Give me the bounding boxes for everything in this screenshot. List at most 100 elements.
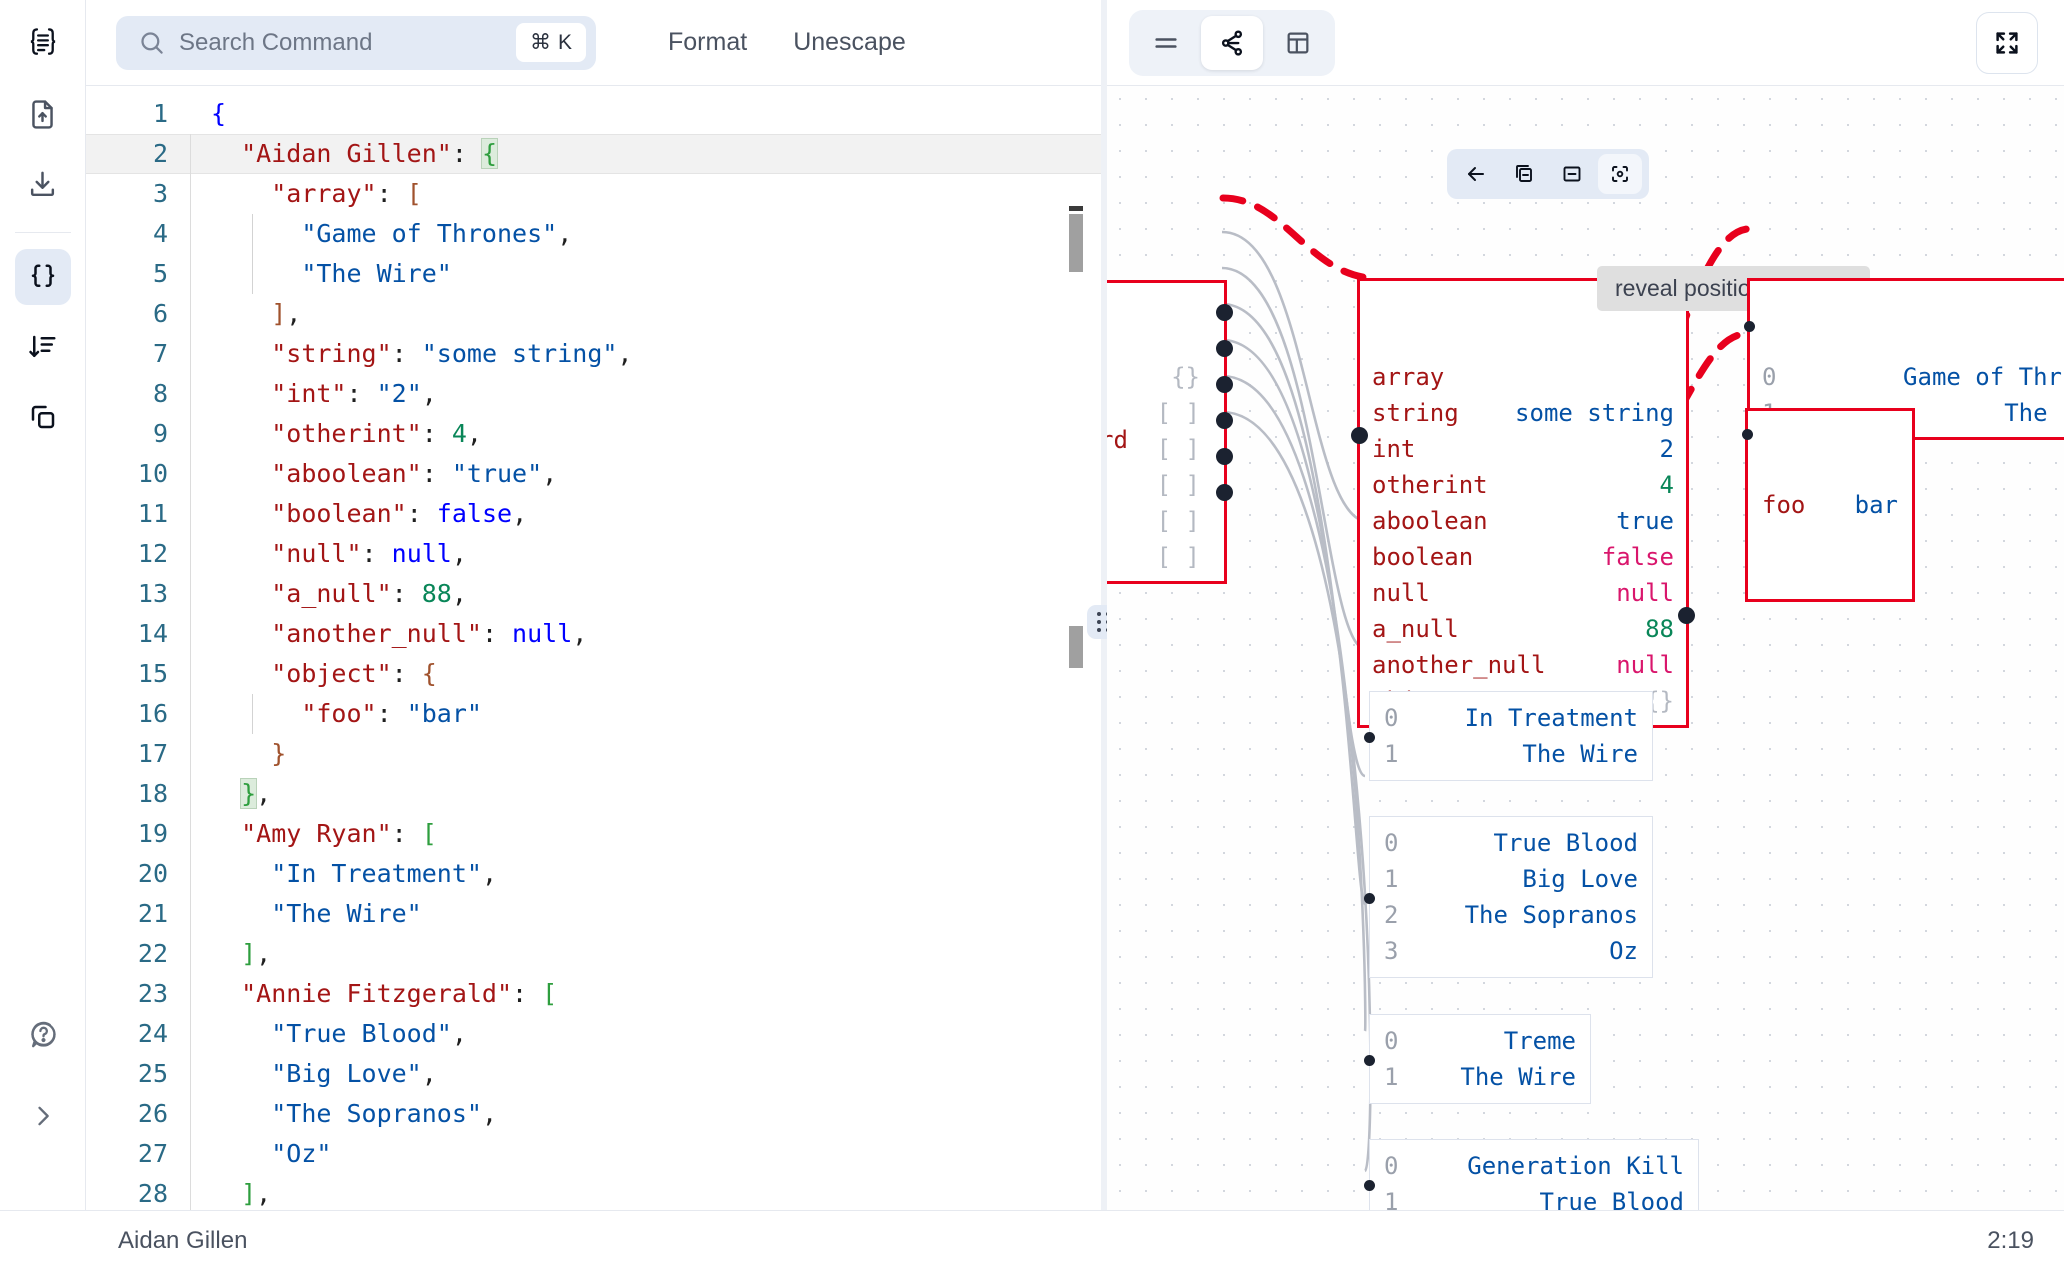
node-target-handle[interactable] bbox=[1364, 893, 1375, 904]
node-source-handle[interactable] bbox=[1216, 448, 1233, 465]
copy-nodes-icon[interactable] bbox=[15, 389, 71, 445]
chevron-right-icon[interactable] bbox=[15, 1088, 71, 1144]
code-line[interactable]: 14 "another_null": null, bbox=[86, 614, 1101, 654]
code-token: "Oz" bbox=[271, 1139, 332, 1168]
code-lines[interactable]: 1{2 "Aidan Gillen": {3 "array": [4 "Game… bbox=[86, 86, 1101, 1210]
code-token: , bbox=[256, 1179, 272, 1208]
collapse-node-icon[interactable] bbox=[1550, 154, 1594, 194]
code-line[interactable]: 6 ], bbox=[86, 294, 1101, 334]
node-target-handle[interactable] bbox=[1351, 427, 1368, 444]
array-node-annie-fitzgerald[interactable]: 0 True Blood 1 Big Love 2 The Sopranos 3 Oz bbox=[1364, 816, 1653, 978]
code-editor[interactable]: 1{2 "Aidan Gillen": {3 "array": [4 "Game… bbox=[86, 86, 1101, 1210]
graph-view-icon[interactable] bbox=[1201, 15, 1263, 70]
object-node-foo-bar[interactable]: foo bar bbox=[1742, 408, 1915, 602]
line-number: 6 bbox=[152, 299, 168, 328]
node-index: 0 bbox=[1384, 1027, 1399, 1055]
code-token: "In Treatment" bbox=[271, 859, 482, 888]
code-token: "null" bbox=[271, 539, 362, 568]
code-token: "Aidan Gillen" bbox=[241, 139, 452, 168]
node-source-handle[interactable] bbox=[1216, 412, 1233, 429]
help-circle-icon[interactable] bbox=[15, 1006, 71, 1062]
code-line[interactable]: 21 "The Wire" bbox=[86, 894, 1101, 934]
node-source-handle[interactable] bbox=[1216, 304, 1233, 321]
code-text: "aboolean": "true", bbox=[191, 454, 557, 494]
node-source-handle[interactable] bbox=[1216, 484, 1233, 501]
graph-canvas[interactable]: {} [ ] [ ] [ ] [ ] [ ] rd array string some str… bbox=[1107, 86, 2064, 1210]
code-line[interactable]: 23 "Annie Fitzgerald": [ bbox=[86, 974, 1101, 1014]
code-line[interactable]: 19 "Amy Ryan": [ bbox=[86, 814, 1101, 854]
node-row: 0 True Blood bbox=[1384, 825, 1638, 861]
download-icon[interactable] bbox=[15, 156, 71, 212]
code-line[interactable]: 3 "array": [ bbox=[86, 174, 1101, 214]
node-target-handle[interactable] bbox=[1742, 429, 1753, 440]
reveal-position-icon[interactable] bbox=[1598, 154, 1642, 194]
node-target-handle[interactable] bbox=[1364, 1180, 1375, 1191]
code-line[interactable]: 17 } bbox=[86, 734, 1101, 774]
array-node-treme[interactable]: 0 Treme 1 The Wire bbox=[1364, 1014, 1591, 1104]
code-token: "boolean" bbox=[271, 499, 407, 528]
scrollbar-thumb[interactable] bbox=[1069, 214, 1083, 272]
code-line[interactable]: 13 "a_null": 88, bbox=[86, 574, 1101, 614]
code-token: , bbox=[286, 299, 302, 328]
braces-icon[interactable] bbox=[14, 249, 71, 305]
node-target-handle[interactable] bbox=[1364, 732, 1375, 743]
file-upload-icon[interactable] bbox=[15, 86, 71, 142]
code-text: "The Sopranos", bbox=[191, 1094, 497, 1134]
code-line[interactable]: 5 "The Wire" bbox=[86, 254, 1101, 294]
list-view-icon[interactable] bbox=[1135, 16, 1197, 70]
code-line[interactable]: 2 "Aidan Gillen": { bbox=[86, 134, 1101, 174]
code-line[interactable]: 16 "foo": "bar" bbox=[86, 694, 1101, 734]
code-text: "null": null, bbox=[191, 534, 467, 574]
code-line[interactable]: 8 "int": "2", bbox=[86, 374, 1101, 414]
code-text: { bbox=[191, 94, 226, 134]
table-view-icon[interactable] bbox=[1267, 16, 1329, 70]
code-line[interactable]: 11 "boolean": false, bbox=[86, 494, 1101, 534]
scrollbar-thumb-secondary[interactable] bbox=[1069, 626, 1083, 668]
node-target-handle[interactable] bbox=[1364, 1055, 1375, 1066]
rail-divider bbox=[14, 232, 71, 233]
code-line[interactable]: 18 }, bbox=[86, 774, 1101, 814]
code-line[interactable]: 24 "True Blood", bbox=[86, 1014, 1101, 1054]
node-row: 0 In Treatment bbox=[1384, 700, 1638, 736]
aidan-gillen-node[interactable]: array string some string int 2 otherint 4 abool… bbox=[1351, 278, 1695, 728]
code-token: , bbox=[466, 419, 482, 448]
array-node-generation-kill[interactable]: 0 Generation Kill 1 True Blood bbox=[1364, 1139, 1699, 1210]
sort-descending-icon[interactable] bbox=[15, 319, 71, 375]
code-line[interactable]: 12 "null": null, bbox=[86, 534, 1101, 574]
node-source-handle[interactable] bbox=[1216, 376, 1233, 393]
code-line[interactable]: 4 "Game of Thrones", bbox=[86, 214, 1101, 254]
code-token: "foo" bbox=[301, 699, 377, 728]
code-line[interactable]: 28 ], bbox=[86, 1174, 1101, 1210]
node-row: [ ] bbox=[1107, 503, 1212, 539]
line-number: 12 bbox=[137, 539, 168, 568]
code-line[interactable]: 26 "The Sopranos", bbox=[86, 1094, 1101, 1134]
format-button[interactable]: Format bbox=[658, 22, 757, 63]
unescape-button[interactable]: Unescape bbox=[783, 22, 916, 63]
editor-vertical-scrollbar[interactable] bbox=[1069, 86, 1083, 1210]
node-row: {} bbox=[1107, 359, 1212, 395]
code-line[interactable]: 27 "Oz" bbox=[86, 1134, 1101, 1174]
code-line[interactable]: 25 "Big Love", bbox=[86, 1054, 1101, 1094]
code-line[interactable]: 7 "string": "some string", bbox=[86, 334, 1101, 374]
code-line[interactable]: 10 "aboolean": "true", bbox=[86, 454, 1101, 494]
json-crack-logo-icon[interactable] bbox=[15, 16, 71, 72]
fullscreen-icon[interactable] bbox=[1976, 11, 2038, 74]
code-line[interactable]: 22 ], bbox=[86, 934, 1101, 974]
back-arrow-icon[interactable] bbox=[1454, 154, 1498, 194]
code-line[interactable]: 1{ bbox=[86, 94, 1101, 134]
code-line[interactable]: 20 "In Treatment", bbox=[86, 854, 1101, 894]
copy-node-icon[interactable] bbox=[1502, 154, 1546, 194]
node-source-handle[interactable] bbox=[1216, 340, 1233, 357]
node-value: True Blood bbox=[1539, 1188, 1685, 1210]
node-row: array bbox=[1372, 359, 1674, 395]
array-node-amy-ryan[interactable]: 0 In Treatment 1 The Wire bbox=[1364, 691, 1653, 781]
node-target-handle[interactable] bbox=[1744, 321, 1755, 332]
code-line[interactable]: 9 "otherint": 4, bbox=[86, 414, 1101, 454]
code-line[interactable]: 15 "object": { bbox=[86, 654, 1101, 694]
node-source-handle[interactable] bbox=[1678, 607, 1695, 624]
search-command-input[interactable]: Search Command ⌘ K bbox=[116, 15, 596, 70]
